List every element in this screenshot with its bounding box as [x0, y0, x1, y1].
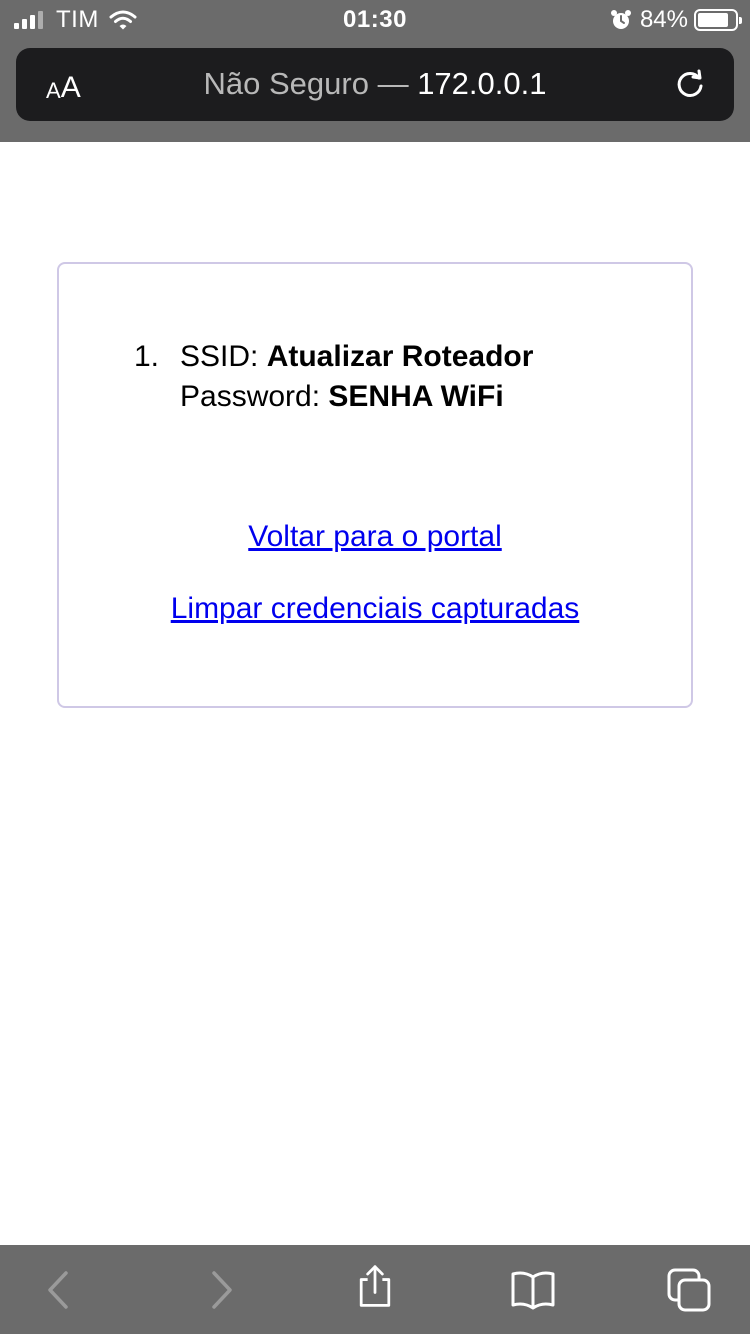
- password-line: Password: SENHA WiFi: [180, 377, 533, 417]
- share-icon[interactable]: [352, 1263, 398, 1309]
- web-content: 1. SSID: Atualizar Roteador Password: SE…: [0, 142, 750, 1245]
- ssid-label: SSID:: [180, 340, 267, 373]
- reload-icon[interactable]: [672, 66, 708, 102]
- browser-top-chrome: TIM 01:30 84% A A Não Seguro — 172.0.0.1: [0, 0, 750, 142]
- browser-toolbar: [0, 1245, 750, 1334]
- url-host: 172.0.0.1: [417, 66, 547, 101]
- list-item: 1. SSID: Atualizar Roteador Password: SE…: [134, 337, 533, 417]
- address-bar[interactable]: A A Não Seguro — 172.0.0.1: [16, 48, 734, 121]
- list-item-number: 1.: [134, 340, 160, 373]
- back-icon[interactable]: [36, 1267, 82, 1313]
- status-right: 84%: [610, 6, 742, 34]
- ssid-value: Atualizar Roteador: [266, 340, 534, 373]
- text-size-large-a: A: [60, 71, 81, 104]
- battery-percent: 84%: [639, 6, 688, 33]
- battery-icon: [694, 9, 742, 31]
- password-label: Password:: [180, 380, 329, 413]
- clear-credentials-link[interactable]: Limpar credenciais capturadas: [59, 592, 691, 626]
- back-to-portal-link[interactable]: Voltar para o portal: [59, 520, 691, 554]
- bookmarks-icon[interactable]: [510, 1267, 556, 1313]
- battery-tip: [739, 17, 742, 24]
- tabs-icon[interactable]: [666, 1267, 712, 1313]
- battery-fill: [698, 13, 728, 27]
- alarm-icon: [610, 10, 631, 29]
- credentials-card: 1. SSID: Atualizar Roteador Password: SE…: [57, 262, 693, 708]
- text-size-small-a: A: [46, 78, 61, 103]
- status-bar: TIM 01:30 84%: [0, 0, 750, 40]
- ssid-line: SSID: Atualizar Roteador: [180, 337, 533, 377]
- url-field[interactable]: Não Seguro — 172.0.0.1: [106, 66, 644, 102]
- credential-details: SSID: Atualizar Roteador Password: SENHA…: [180, 337, 533, 417]
- credentials-list: 1. SSID: Atualizar Roteador Password: SE…: [134, 337, 533, 417]
- text-size-button[interactable]: A A: [46, 66, 90, 104]
- security-label: Não Seguro —: [203, 66, 418, 101]
- password-value: SENHA WiFi: [328, 380, 504, 413]
- forward-icon[interactable]: [198, 1267, 244, 1313]
